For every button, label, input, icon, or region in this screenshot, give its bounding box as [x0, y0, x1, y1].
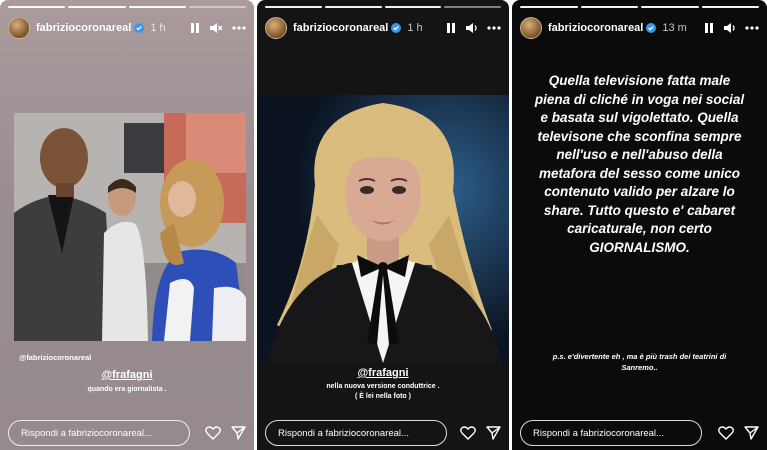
heart-icon[interactable] [205, 426, 221, 440]
verified-icon [391, 23, 402, 33]
story-caption-line1: nella nuova versione conduttrice . [326, 383, 440, 390]
story-panel-2[interactable]: fabriziocoronareal 1 h @frafagni nella n… [257, 0, 509, 450]
mute-icon[interactable] [209, 22, 223, 34]
post-time: 1 h [407, 22, 423, 34]
reply-input[interactable]: Rispondi a fabriziocoronareal... [8, 420, 190, 446]
photo-credit: @fabriziocoronareal [19, 353, 92, 362]
mention-tag[interactable]: @frafagni [257, 367, 509, 379]
username[interactable]: fabriziocoronareal [293, 22, 388, 34]
verified-icon [134, 23, 145, 33]
more-icon[interactable] [487, 26, 501, 30]
story-panel-3[interactable]: fabriziocoronareal 13 m Quella televisio… [512, 0, 767, 450]
story-panel-1[interactable]: fabriziocoronareal 1 h @fabriziocoronare… [0, 0, 254, 450]
story-header: fabriziocoronareal 1 h [8, 16, 246, 40]
reply-bar: Rispondi a fabriziocoronareal... [520, 416, 759, 450]
heart-icon[interactable] [718, 426, 734, 440]
volume-icon[interactable] [723, 22, 736, 34]
more-icon[interactable] [745, 26, 759, 30]
story-progress-bar [8, 6, 246, 8]
heart-icon[interactable] [460, 426, 476, 440]
reply-bar: Rispondi a fabriziocoronareal... [265, 416, 501, 450]
story-progress-bar [265, 6, 501, 8]
verified-icon [646, 23, 657, 33]
volume-icon[interactable] [465, 22, 478, 34]
more-icon[interactable] [232, 26, 246, 30]
reply-input[interactable]: Rispondi a fabriziocoronareal... [265, 420, 447, 446]
send-icon[interactable] [231, 426, 246, 440]
story-caption: quando era giornalista . [87, 386, 167, 393]
pause-icon[interactable] [190, 22, 200, 34]
send-icon[interactable] [486, 426, 501, 440]
post-time: 13 m [662, 22, 687, 34]
avatar[interactable] [8, 17, 30, 39]
username[interactable]: fabriziocoronareal [36, 22, 131, 34]
pause-icon[interactable] [446, 22, 456, 34]
username[interactable]: fabriziocoronareal [548, 22, 643, 34]
story-photo [14, 113, 246, 341]
story-header: fabriziocoronareal 13 m [520, 16, 759, 40]
story-main-text: Quella televisione fatta male piena di c… [534, 73, 745, 255]
mention-tag[interactable]: @frafagni [0, 369, 254, 381]
story-header: fabriziocoronareal 1 h [265, 16, 501, 40]
story-caption-line2: ( È lei nella foto ) [354, 393, 411, 400]
pause-icon[interactable] [704, 22, 714, 34]
avatar[interactable] [520, 17, 542, 39]
reply-input[interactable]: Rispondi a fabriziocoronareal... [520, 420, 702, 446]
send-icon[interactable] [744, 426, 759, 440]
story-progress-bar [520, 6, 759, 8]
story-photo [257, 95, 509, 363]
avatar[interactable] [265, 17, 287, 39]
reply-bar: Rispondi a fabriziocoronareal... [8, 416, 246, 450]
post-time: 1 h [150, 22, 166, 34]
story-ps-text: p.s. e'divertente eh , ma è più trash de… [552, 352, 727, 372]
